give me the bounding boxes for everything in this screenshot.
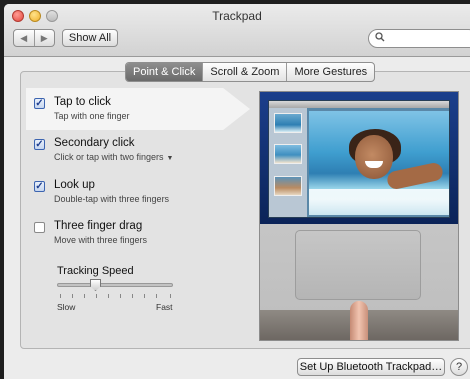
option-description: Move with three fingers [54,235,148,245]
dropdown-arrow-icon[interactable]: ▼ [167,155,174,162]
preview-photo [309,111,449,215]
preferences-window: Trackpad ◀ ▶ Show All Point & Click Scro… [4,4,470,379]
slider-min-label: Slow [57,302,76,312]
window-title: Trackpad [212,9,262,23]
tab-scroll-zoom[interactable]: Scroll & Zoom [202,63,286,81]
option-description-text: Click or tap with two fingers [54,152,164,162]
option-description: Tap with one finger [54,111,130,121]
slider-tick [84,294,85,298]
checkbox-tap-to-click[interactable]: ✓ [34,98,45,109]
help-button[interactable]: ? [450,358,468,376]
preview-trackpad-surface [295,230,421,300]
option-description[interactable]: Click or tap with two fingers ▼ [54,152,173,162]
preview-finger [350,301,368,340]
tracking-speed-label: Tracking Speed [57,265,134,277]
photo-splash [309,189,449,215]
search-input[interactable] [368,29,470,48]
slider-tick [60,294,61,298]
preview-thumbnail [274,113,302,133]
show-all-button[interactable]: Show All [62,29,118,47]
checkbox-secondary-click[interactable]: ✓ [34,139,45,150]
tab-point-click[interactable]: Point & Click [126,63,203,81]
slider-tick [108,294,109,298]
preview-thumbnail [274,144,302,164]
option-label: Three finger drag [54,220,143,232]
setup-bluetooth-trackpad-button[interactable]: Set Up Bluetooth Trackpad… [297,358,445,376]
preview-app-window [268,100,450,218]
slider-tick [120,294,121,298]
photo-face [355,135,393,179]
selected-option-highlight [26,88,250,130]
preview-app-toolbar [269,101,449,108]
gesture-preview-video [259,91,459,341]
tab-bar: Point & Click Scroll & Zoom More Gesture… [125,62,376,82]
forward-arrow-icon[interactable]: ▶ [35,30,55,46]
option-label: Look up [54,179,95,191]
tracking-speed-slider-track[interactable] [57,283,173,287]
search-icon [375,32,385,45]
photo-arm [385,161,445,191]
option-description: Double-tap with three fingers [54,194,170,204]
back-arrow-icon[interactable]: ◀ [14,30,35,46]
slider-tick [96,294,97,298]
checkbox-three-finger-drag[interactable] [34,222,45,233]
title-bar: Trackpad ◀ ▶ Show All [4,4,470,57]
preview-screen [260,92,458,224]
checkbox-look-up[interactable]: ✓ [34,181,45,192]
option-label: Tap to click [54,96,111,108]
slider-tick [156,294,157,298]
slider-tick [170,294,171,298]
option-label: Secondary click [54,137,135,149]
slider-tick [144,294,145,298]
preview-thumbnail [274,176,302,196]
tab-more-gestures[interactable]: More Gestures [286,63,374,81]
slider-max-label: Fast [156,302,173,312]
slider-tick [72,294,73,298]
preview-thumbnail-sidebar [269,108,307,217]
back-forward-control: ◀ ▶ [13,29,55,47]
slider-tick [132,294,133,298]
